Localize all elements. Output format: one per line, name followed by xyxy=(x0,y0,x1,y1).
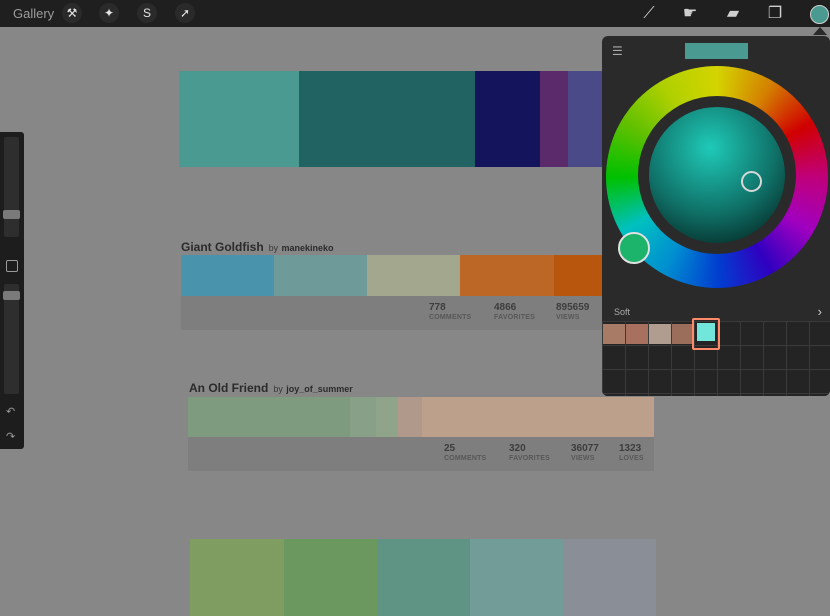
saturation-handle[interactable] xyxy=(741,171,762,192)
palette-strip xyxy=(190,539,656,616)
palette-color xyxy=(540,71,568,167)
current-color-swatch xyxy=(685,43,748,59)
palette-swatch[interactable] xyxy=(603,324,625,344)
magic-wand-icon[interactable]: ✦ xyxy=(99,3,119,23)
hue-ring[interactable] xyxy=(606,66,828,288)
palette-color xyxy=(367,255,460,296)
palette-color xyxy=(475,71,540,167)
palette-swatch[interactable] xyxy=(626,324,648,344)
eraser-icon[interactable]: ▰ xyxy=(722,4,744,24)
palette-title: An Old Friend by joy_of_summer xyxy=(189,381,353,395)
palette-color xyxy=(188,397,350,437)
modify-button[interactable] xyxy=(6,260,18,272)
palette-color xyxy=(422,397,654,437)
opacity-thumb[interactable] xyxy=(3,291,20,300)
wrench-icon[interactable]: ⚒ xyxy=(62,3,82,23)
palette-title: Giant Goldfish by manekineko xyxy=(181,240,334,254)
color-button[interactable] xyxy=(810,5,829,24)
palette-color xyxy=(299,71,475,167)
menu-icon[interactable]: ☰ xyxy=(612,44,623,58)
palette-color xyxy=(284,539,377,616)
saturation-disc[interactable] xyxy=(649,107,785,243)
palette-color xyxy=(190,539,284,616)
brush-size-slider[interactable] xyxy=(4,137,19,237)
palette-color xyxy=(398,397,422,437)
palette-name: Soft xyxy=(614,307,631,317)
palette-stats: 778 COMMENTS 4866 FAVORITES 895659 VIEWS xyxy=(181,296,605,330)
smudge-icon[interactable]: ☛ xyxy=(679,4,701,24)
palette-color xyxy=(181,255,274,296)
top-toolbar: Gallery ⚒ ✦ S ➚ ⟋ ☛ ▰ ❐ xyxy=(0,0,830,27)
palette-strip xyxy=(179,71,609,167)
left-sidebar: ↶ ↷ xyxy=(0,132,24,449)
palette-color xyxy=(376,397,398,437)
selection-icon[interactable]: S xyxy=(137,3,157,23)
palette-strip xyxy=(188,397,654,437)
palette-color xyxy=(554,255,605,296)
brush-size-thumb[interactable] xyxy=(3,210,20,219)
hue-handle[interactable] xyxy=(618,232,650,264)
opacity-slider[interactable] xyxy=(4,284,19,394)
palette-stats: 25 COMMENTS 320 FAVORITES 36077 VIEWS 1323 L… xyxy=(188,437,654,471)
arrow-icon[interactable]: ➚ xyxy=(175,3,195,23)
chevron-right-icon[interactable]: › xyxy=(818,304,822,319)
palette-color xyxy=(460,255,554,296)
undo-icon[interactable]: ↶ xyxy=(6,405,15,418)
palette-color xyxy=(470,539,563,616)
layers-icon[interactable]: ❐ xyxy=(764,4,786,24)
palette-color xyxy=(377,539,470,616)
selected-swatch[interactable] xyxy=(692,318,720,350)
gallery-button[interactable]: Gallery xyxy=(13,6,54,21)
palette-swatch[interactable] xyxy=(649,324,671,344)
brush-icon[interactable]: ⟋ xyxy=(638,4,660,24)
color-popover: ☰ Soft › xyxy=(602,36,830,396)
palette-color xyxy=(563,539,656,616)
palette-swatch[interactable] xyxy=(672,324,694,344)
popover-caret xyxy=(813,27,827,35)
palette-color xyxy=(179,71,299,167)
palette-color xyxy=(274,255,367,296)
redo-icon[interactable]: ↷ xyxy=(6,430,15,443)
palette-strip xyxy=(181,255,605,296)
palette-color xyxy=(350,397,376,437)
